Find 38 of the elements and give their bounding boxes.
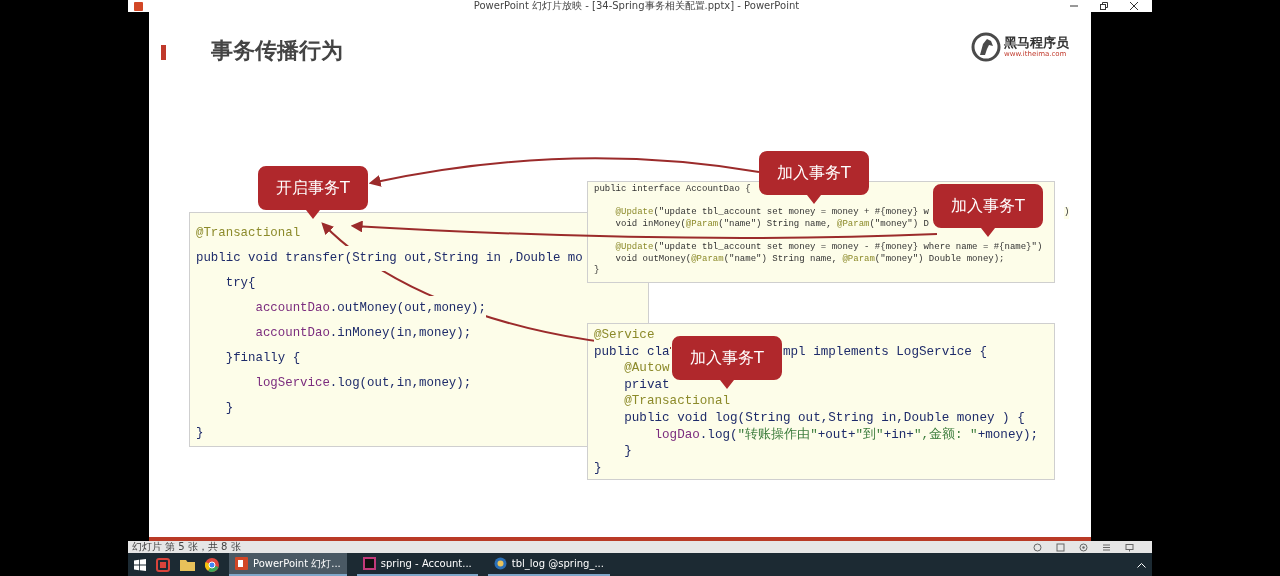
- minimize-icon[interactable]: [1070, 2, 1078, 10]
- slideshow-icon[interactable]: [1125, 542, 1134, 552]
- code-text: ): [1063, 207, 1070, 219]
- start-icon[interactable]: [134, 558, 146, 571]
- code-text: }: [594, 265, 600, 277]
- window-title: PowerPoint 幻灯片放映 - [34-Spring事务相关配置.pptx] - PowerPoint: [473, 0, 800, 12]
- taskbar-button[interactable]: spring - Account...: [356, 553, 478, 576]
- grid-icon[interactable]: [1102, 542, 1111, 552]
- slide-title: 事务传播行为: [211, 37, 343, 65]
- ide-icon: [362, 557, 376, 570]
- close-icon[interactable]: [1130, 2, 1138, 10]
- presentation-icon: [235, 557, 248, 570]
- code-text: @Service: [594, 327, 655, 344]
- notes-icon[interactable]: [1033, 542, 1042, 552]
- code-text: public void transfer(String out,String in ,Double mo: [196, 246, 583, 271]
- view-icon[interactable]: [1079, 542, 1088, 552]
- caret-icon[interactable]: [1137, 561, 1146, 568]
- restore-icon[interactable]: [1100, 2, 1108, 10]
- callout-label: 加入事务T: [933, 184, 1043, 238]
- logo-name: 黑马程序员: [1004, 35, 1069, 50]
- folder-icon[interactable]: [180, 558, 195, 571]
- logo-icon: [971, 32, 1001, 62]
- app-grid-icon[interactable]: [156, 557, 170, 572]
- code-text: public cla: [594, 343, 670, 361]
- database-icon: [493, 557, 507, 570]
- browser-icon[interactable]: [205, 557, 219, 572]
- code-text: mpl implements LogService {: [782, 343, 987, 361]
- taskbar-button[interactable]: tbl_log @spring_...: [487, 553, 610, 576]
- comments-icon[interactable]: [1056, 542, 1065, 552]
- code-text: }: [594, 459, 602, 477]
- title-accent-bar: [161, 45, 166, 60]
- callout-label: 加入事务T: [759, 151, 869, 205]
- slide-counter: 幻灯片 第 5 张，共 8 张: [132, 541, 241, 553]
- code-text: public interface AccountDao {: [594, 184, 751, 196]
- app-icon: [134, 1, 143, 11]
- taskbar-button[interactable]: PowerPoint 幻灯...: [229, 553, 347, 576]
- callout-label: 开启事务T: [258, 166, 368, 220]
- callout-label: 加入事务T: [672, 336, 782, 390]
